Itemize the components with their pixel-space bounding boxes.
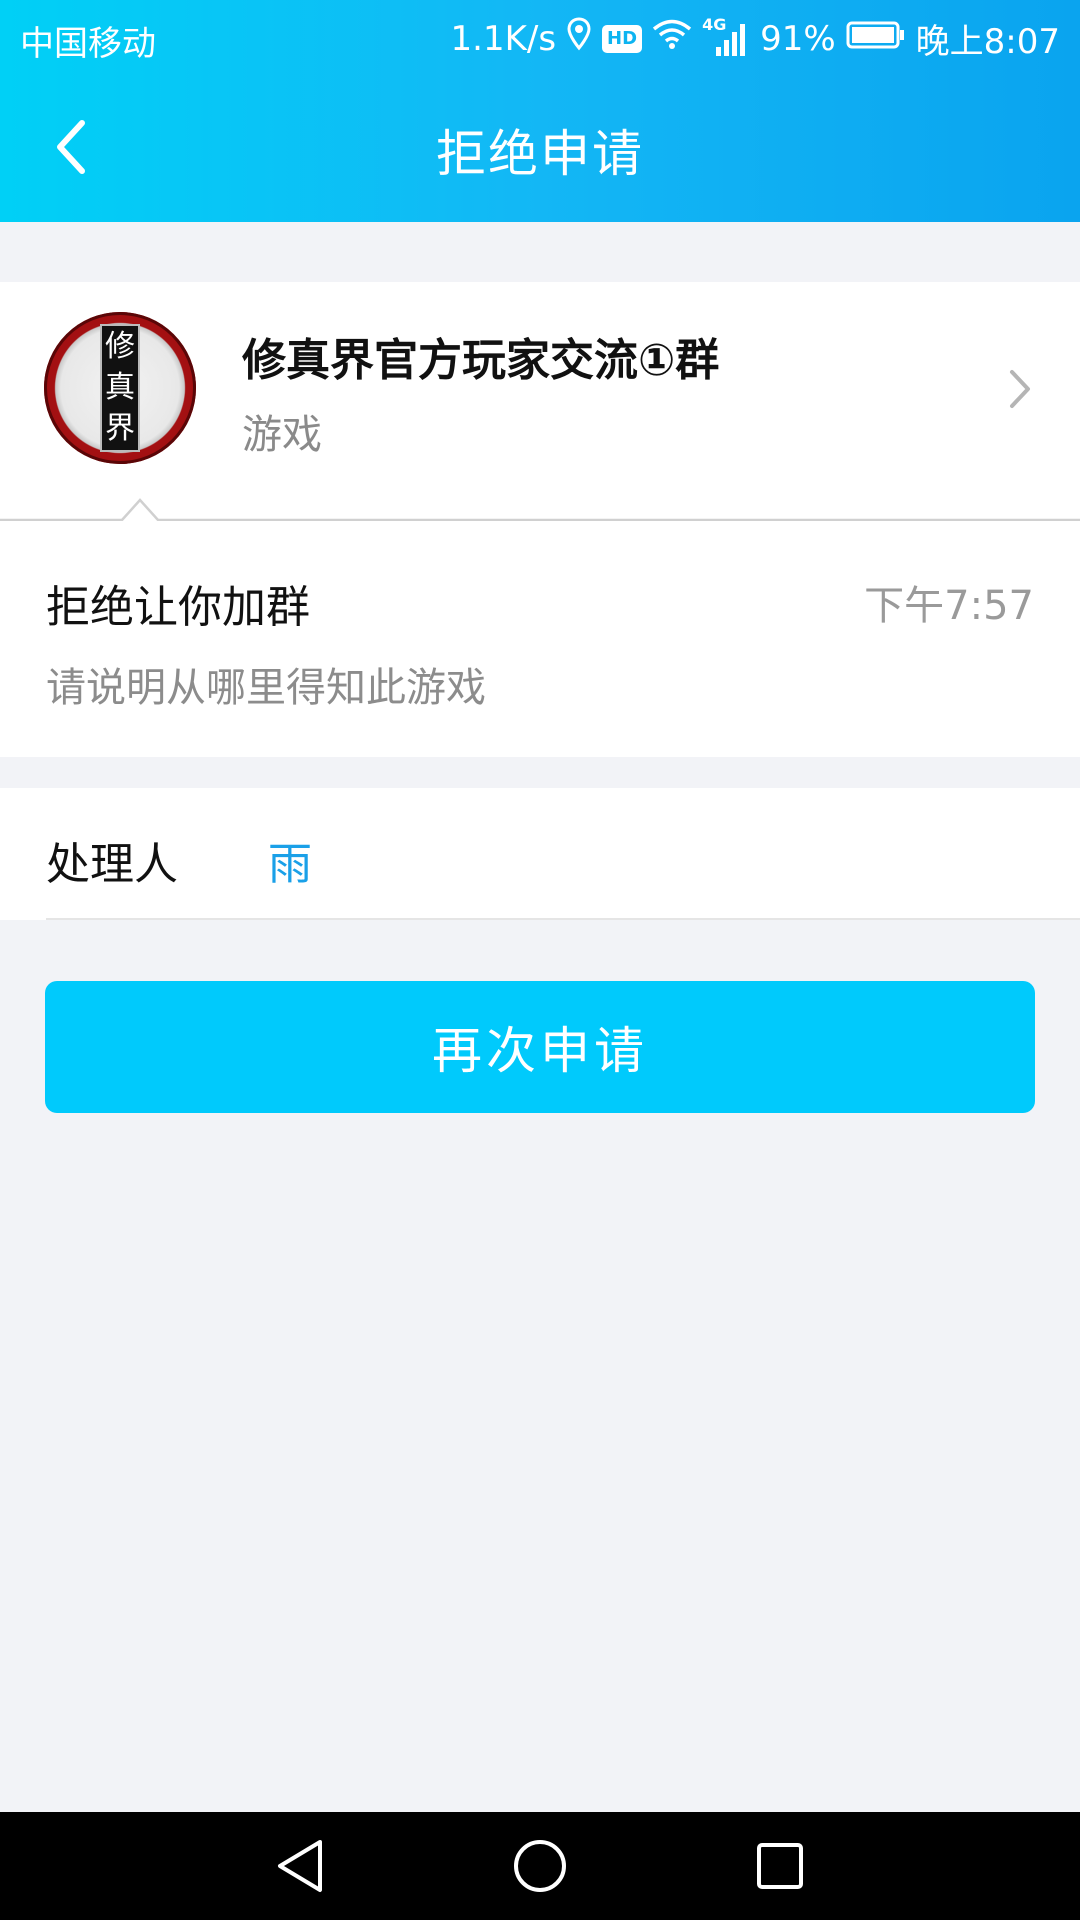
avatar-plate: 修 真 界	[100, 324, 140, 452]
rejection-message: 拒绝让你加群 下午7:57 请说明从哪里得知此游戏	[0, 521, 1080, 757]
nav-back-button[interactable]	[268, 1834, 332, 1898]
rejection-reason: 请说明从哪里得知此游戏	[46, 665, 486, 711]
clock: 晚上8:07	[915, 22, 1060, 62]
page-title: 拒绝申请	[436, 125, 644, 183]
notch-divider	[0, 494, 1080, 524]
header: 中国移动 1.1K/s HD 4G 91% 晚上8:07 拒绝申请	[0, 0, 1080, 222]
net-speed: 1.1K/s	[450, 18, 557, 59]
rejection-title: 拒绝让你加群	[46, 582, 310, 633]
reapply-button[interactable]: 再次申请	[45, 981, 1035, 1113]
title-bar: 拒绝申请	[0, 74, 1080, 222]
nav-recents-button[interactable]	[748, 1834, 812, 1898]
divider	[46, 918, 1080, 920]
avatar-char-3: 界	[105, 411, 135, 447]
location-icon	[566, 17, 592, 60]
wifi-icon	[652, 18, 692, 59]
handler-name-link[interactable]: 雨	[268, 828, 312, 892]
group-card[interactable]: 修 真 界 修真界官方玩家交流①群 游戏	[0, 282, 1080, 520]
square-recents-icon	[757, 1843, 803, 1889]
avatar-char-1: 修	[105, 328, 135, 364]
triangle-back-icon	[278, 1840, 322, 1892]
handler-label: 处理人	[46, 839, 178, 890]
circle-home-icon	[514, 1840, 566, 1892]
battery-percent: 91%	[760, 18, 836, 59]
hd-icon: HD	[602, 24, 643, 53]
nav-home-button[interactable]	[508, 1834, 572, 1898]
battery-icon	[846, 19, 906, 59]
rejection-time: 下午7:57	[864, 583, 1034, 629]
screen: 中国移动 1.1K/s HD 4G 91% 晚上8:07 拒绝申请 修 真 界 …	[0, 0, 1080, 1920]
status-bar: 中国移动 1.1K/s HD 4G 91% 晚上8:07	[0, 0, 1080, 74]
status-icons: 1.1K/s HD 4G 91% 晚上8:07	[451, 14, 1061, 63]
group-name: 修真界官方玩家交流①群	[242, 335, 720, 386]
group-avatar: 修 真 界	[44, 312, 196, 464]
avatar-char-2: 真	[105, 369, 135, 405]
chevron-right-icon	[1010, 370, 1030, 408]
carrier-label: 中国移动	[20, 24, 156, 64]
group-category: 游戏	[242, 412, 322, 458]
handler-row: 处理人 雨	[0, 788, 1080, 920]
signal-icon: 4G	[702, 15, 750, 57]
navigation-bar	[0, 1812, 1080, 1920]
